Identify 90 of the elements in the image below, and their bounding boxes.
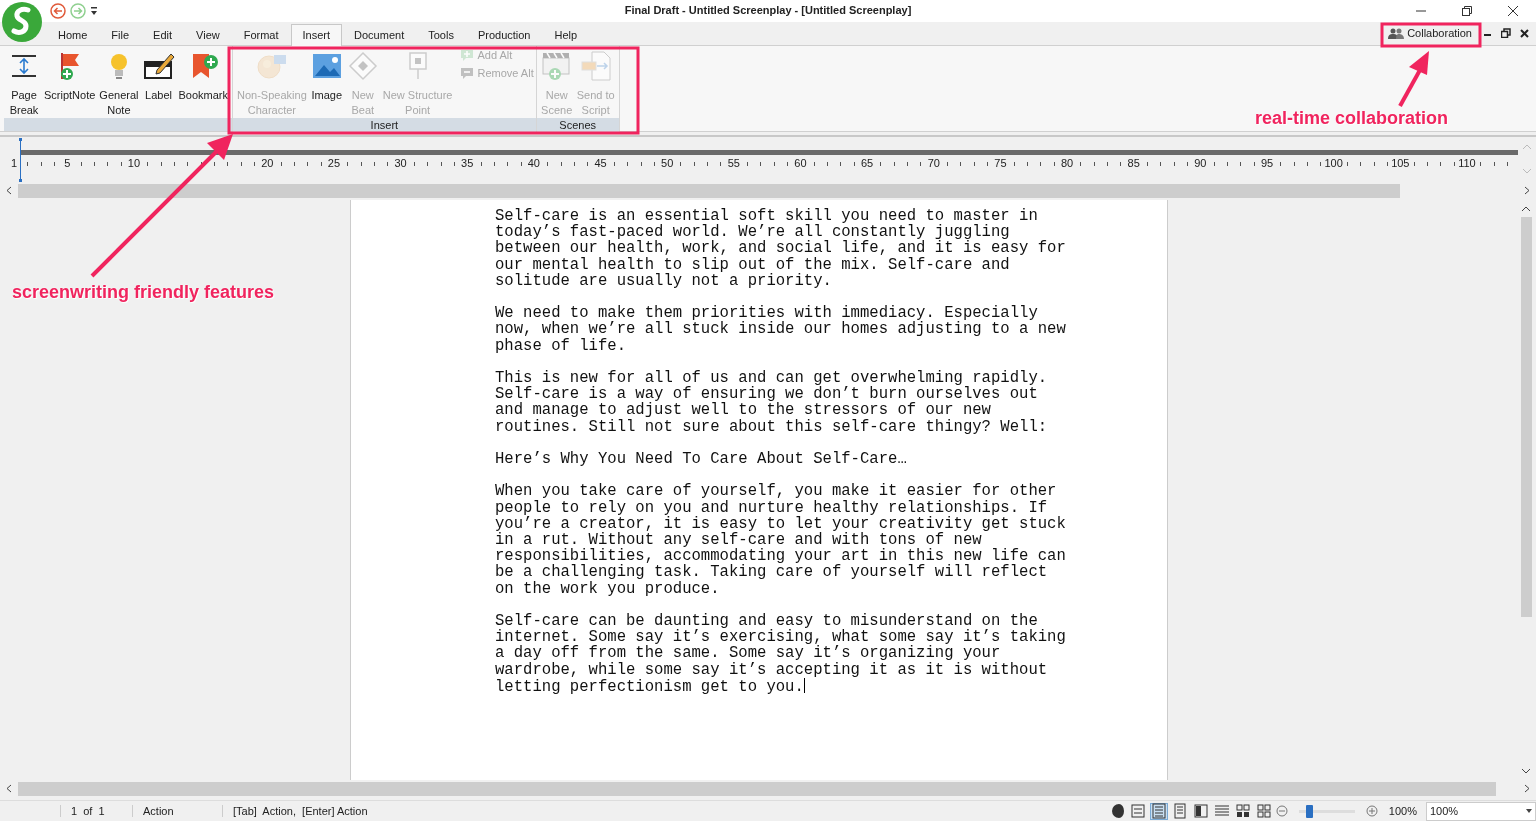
zoom-slider-thumb[interactable] bbox=[1305, 804, 1313, 818]
script-paragraph: Here’s Why You Need To Care About Self-Care… bbox=[495, 451, 908, 468]
normal-view-icon bbox=[1150, 803, 1167, 819]
menu-tab[interactable]: Help bbox=[542, 24, 590, 46]
panel-view-icon bbox=[1192, 803, 1209, 819]
scroll-right-icon[interactable] bbox=[1524, 784, 1530, 793]
ruler-number: 20 bbox=[260, 157, 275, 169]
zoom-in-icon[interactable] bbox=[1365, 805, 1378, 817]
lines-view-icon bbox=[1213, 803, 1230, 819]
scroll-down-icon[interactable] bbox=[1521, 767, 1531, 775]
menu-tab[interactable]: Insert bbox=[290, 24, 343, 46]
speech-minus-icon bbox=[460, 66, 475, 80]
grid-view-icon bbox=[1234, 803, 1251, 819]
scroll-right-icon[interactable] bbox=[1524, 186, 1530, 195]
ruler-number: 35 bbox=[460, 157, 475, 169]
zoom-out-icon[interactable] bbox=[1275, 805, 1288, 817]
ruler-number: 100 bbox=[1323, 157, 1344, 169]
cards-view-icon bbox=[1255, 803, 1272, 819]
close-icon bbox=[1519, 28, 1529, 38]
ruler-number: 90 bbox=[1193, 157, 1208, 169]
menu-tab[interactable]: Edit bbox=[141, 24, 185, 46]
collaboration-button[interactable]: Collaboration bbox=[1384, 25, 1476, 41]
scroll-left-icon[interactable] bbox=[6, 186, 12, 195]
scrollbar-thumb[interactable] bbox=[18, 781, 1496, 796]
ruler-number: 70 bbox=[926, 157, 941, 169]
scroll-up-icon[interactable] bbox=[1521, 205, 1531, 213]
ruler-number: 10 bbox=[126, 157, 142, 169]
ruler-number: 75 bbox=[993, 157, 1008, 169]
element-type: Action bbox=[132, 805, 222, 817]
ruler-number: 95 bbox=[1259, 157, 1275, 169]
ribbon-button[interactable]: Image bbox=[308, 50, 345, 103]
ruler-number: 60 bbox=[793, 157, 808, 169]
people-icon bbox=[1388, 27, 1405, 39]
script-paragraph: We need to make them priorities with immediacy. Especially now, when we’re all stuck inside our homes adjusting to a new phase of life. bbox=[495, 305, 1066, 354]
ruler-number: 30 bbox=[393, 157, 408, 169]
menu-tab[interactable]: Document bbox=[342, 24, 417, 46]
close-button[interactable] bbox=[1518, 27, 1530, 39]
view-button[interactable] bbox=[1191, 802, 1210, 820]
ruler-number: 25 bbox=[326, 157, 342, 169]
ribbon-button[interactable]: Label bbox=[140, 50, 177, 103]
ruler-number: 55 bbox=[726, 157, 741, 169]
restore-icon bbox=[1501, 28, 1511, 38]
restore-button[interactable] bbox=[1500, 27, 1512, 39]
restore-icon bbox=[1462, 6, 1472, 16]
ribbon-button[interactable]: ScriptNote bbox=[42, 50, 98, 103]
ribbon-button[interactable]: General Note bbox=[97, 50, 141, 118]
dropdown-caret-icon[interactable] bbox=[1526, 809, 1532, 813]
ruler-number: 45 bbox=[593, 157, 608, 169]
annotation-label: real-time collaboration bbox=[1255, 108, 1449, 129]
menu-tab[interactable]: File bbox=[99, 24, 142, 46]
scrollbar-thumb[interactable] bbox=[18, 183, 1400, 198]
text-cursor bbox=[803, 677, 805, 693]
ruler-number: 50 bbox=[660, 157, 675, 169]
ruler-number: 105 bbox=[1390, 157, 1411, 169]
pointer-arrow bbox=[1398, 51, 1429, 107]
zoom-dropdown[interactable]: 100% bbox=[1426, 801, 1536, 821]
script-paragraph: Self-care is an essential soft skill you need to master in today’s fast-paced world. We’re all constantly juggling between our health, work, and social life, and it is easy for our mental health to slip out of the mix. Self-care and solitude are usually not a priority. bbox=[495, 208, 1066, 289]
page-count: 1 of 1 bbox=[60, 805, 132, 817]
ruler-number: 80 bbox=[1059, 157, 1075, 169]
ruler-number: 1 bbox=[9, 157, 19, 169]
ruler-number: 110 bbox=[1457, 157, 1477, 169]
ruler-number: 65 bbox=[860, 157, 875, 169]
window-title: Final Draft - Untitled Screenplay - [Untitled Screenplay] bbox=[624, 4, 912, 16]
menu-tab[interactable]: Format bbox=[231, 24, 291, 46]
ruler-number: 40 bbox=[526, 157, 541, 169]
keyboard-hint: [Tab] Action, [Enter] Action bbox=[222, 805, 378, 817]
scroll-left-icon[interactable] bbox=[6, 784, 12, 793]
dropdown-caret-icon[interactable] bbox=[90, 6, 98, 16]
page-view-icon bbox=[1129, 803, 1146, 819]
ruler-number: 5 bbox=[63, 157, 72, 169]
menu-tab[interactable]: View bbox=[184, 24, 232, 46]
script-paragraph: Self-care can be daunting and easy to misunderstand on the internet. Some say it’s exercising, what some say it’s taking a day off from the same. Some say it’s organizing your wardrobe, while some say it’s accepting it as it is without letting perfectionism get to you. bbox=[495, 613, 1066, 695]
indent-marker-icon[interactable] bbox=[19, 138, 22, 182]
menu-tab[interactable]: Home bbox=[46, 24, 100, 46]
ribbon-button[interactable]: Bookmark bbox=[176, 50, 231, 103]
script-paragraph: When you take care of yourself, you make it easier for other people to rely on you and nurture healthy relationships. If you’re a creator, it is easy to let your creativity get stuck in a rut. Without any self-care and with tons of new responsibilities, accommodating your art in this new life can be a challenging task. Taking care of yourself will reflect on the work you produce. bbox=[495, 483, 1066, 597]
menu-tab[interactable]: Tools bbox=[416, 24, 466, 46]
ribbon-button[interactable]: Page Break bbox=[6, 50, 42, 118]
menu-tab[interactable]: Production bbox=[465, 24, 543, 46]
zoom-percent: 100% bbox=[1388, 805, 1417, 817]
clapperboard-plus-icon bbox=[540, 50, 573, 82]
view-button[interactable] bbox=[1254, 802, 1273, 820]
close-icon bbox=[1508, 6, 1518, 16]
script-paragraph: This is new for all of us and can get overwhelming rapidly. Self-care is a way of ensuring we don’t burn ourselves out and manage to adjust well to the stressors of our new routines. Still not sure about this self-care thingy? Well: bbox=[495, 370, 1049, 435]
ruler-number: 85 bbox=[1126, 157, 1141, 169]
document-send-icon bbox=[579, 50, 612, 82]
view-button[interactable] bbox=[1233, 802, 1252, 820]
diamond-icon bbox=[346, 50, 379, 82]
speed-view-icon bbox=[1171, 803, 1188, 819]
annotation-label: screenwriting friendly features bbox=[12, 282, 275, 303]
